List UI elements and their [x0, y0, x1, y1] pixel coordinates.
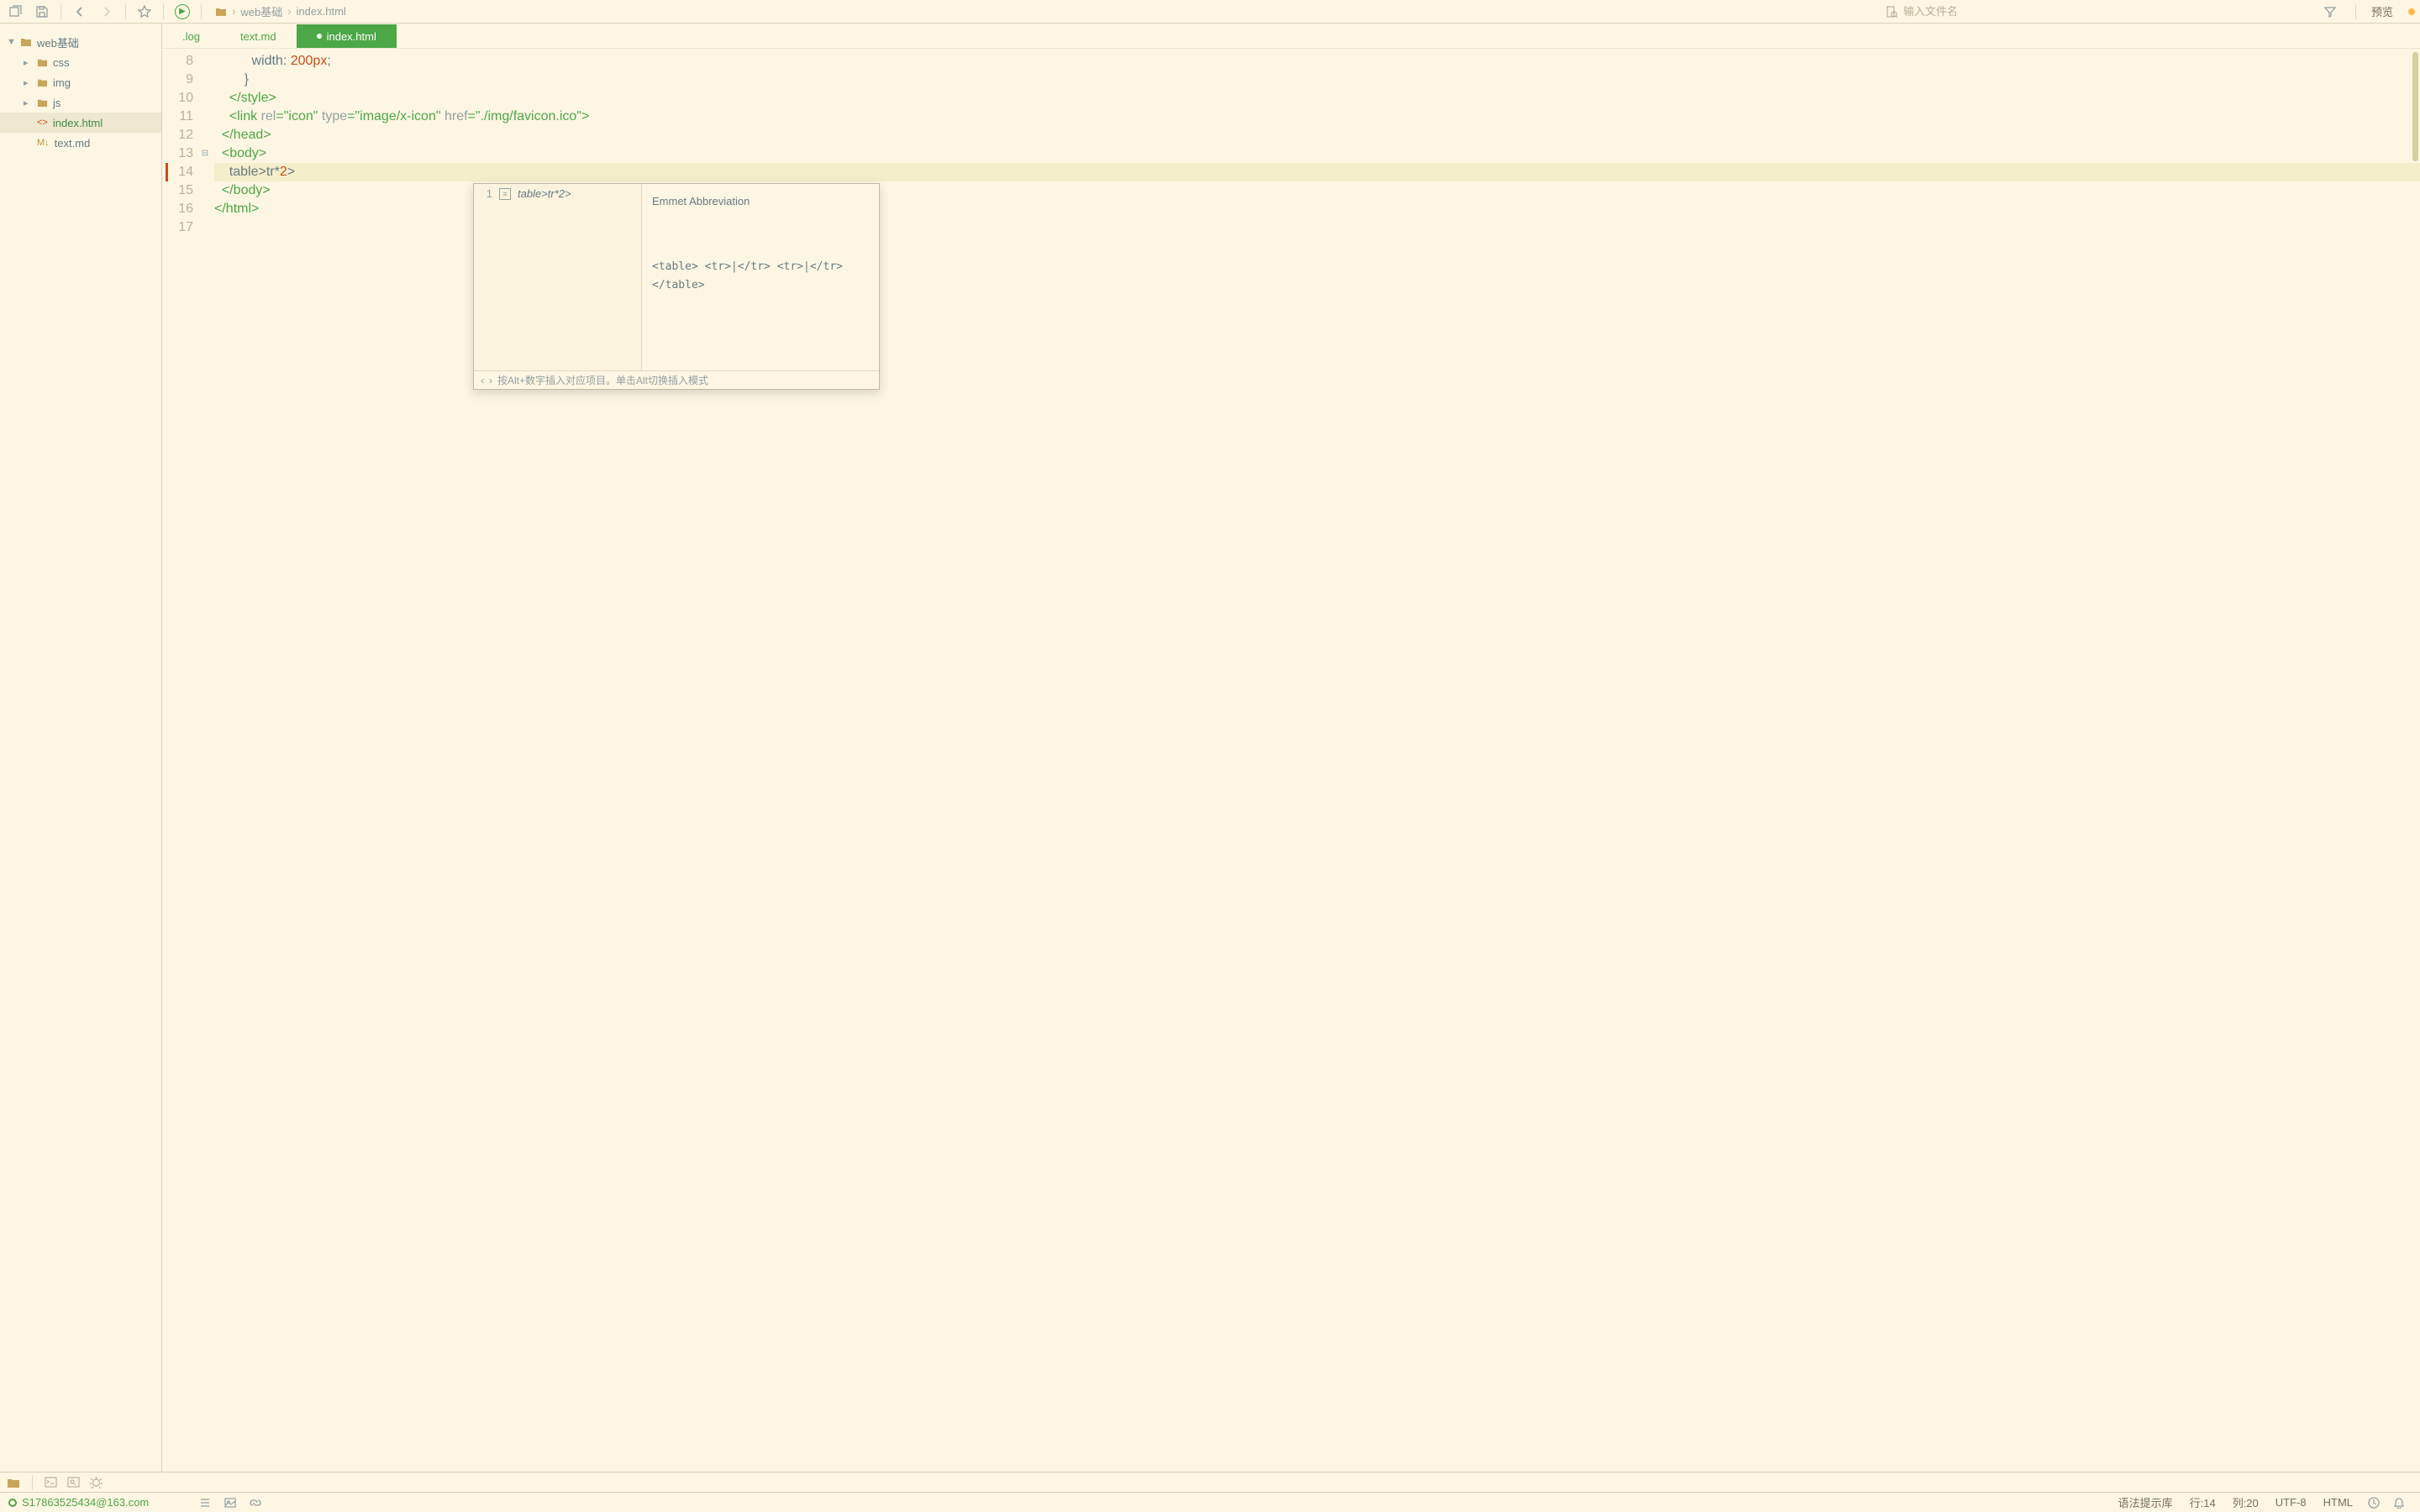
tab-log[interactable]: .log [162, 24, 220, 48]
suggestion-text: table>tr*2> [518, 185, 571, 203]
suggestion-list[interactable]: 1 ≡ table>tr*2> [474, 184, 642, 370]
link-icon[interactable] [250, 1497, 261, 1509]
status-encoding[interactable]: UTF-8 [2275, 1496, 2307, 1509]
tab-text-md[interactable]: text.md [220, 24, 297, 48]
bottom-toolbar [0, 1472, 2420, 1492]
suggestion-expansion: <table> <tr>|</tr> <tr>|</tr> </table> [652, 258, 867, 295]
status-bar: S17863525434@163.com 语法提示库 行:14 列:20 UTF… [0, 1492, 2420, 1512]
emmet-suggestion-popup: 1 ≡ table>tr*2> Emmet Abbreviation <tabl… [473, 183, 880, 390]
modified-indicator [317, 34, 322, 39]
indent-icon[interactable] [199, 1497, 211, 1509]
nav-forward-icon[interactable] [97, 2, 117, 22]
breadcrumb[interactable]: › web基础 › index.html [215, 3, 346, 19]
status-syntax[interactable]: 语法提示库 [2118, 1494, 2173, 1510]
chevron-left-icon[interactable]: ‹ [481, 371, 484, 390]
nav-back-icon[interactable] [70, 2, 90, 22]
vertical-scrollbar[interactable] [2412, 52, 2418, 161]
filter-icon[interactable] [2320, 2, 2340, 22]
suggestion-item[interactable]: 1 ≡ table>tr*2> [474, 184, 641, 204]
suggestion-detail: Emmet Abbreviation <table> <tr>|</tr> <t… [642, 184, 877, 370]
tab-label: index.html [327, 30, 376, 43]
tree-file-index-html[interactable]: <> index.html [0, 113, 161, 133]
status-user[interactable]: S17863525434@163.com [22, 1496, 149, 1509]
star-icon[interactable] [134, 2, 155, 22]
popup-hint: 按Alt+数字插入对应项目。单击Alt切换插入模式 [497, 371, 708, 390]
run-button[interactable]: ▶ [172, 2, 192, 22]
tree-folder-js[interactable]: ▸ js [0, 92, 161, 113]
debug-icon[interactable] [90, 1476, 103, 1488]
tree-label: web基础 [37, 34, 79, 50]
preview-button[interactable]: 预览 [2365, 2, 2400, 21]
folder-icon [215, 6, 227, 18]
tree-folder-img[interactable]: ▸ img [0, 72, 161, 92]
tree-label: css [53, 56, 70, 69]
snippet-icon: ≡ [499, 188, 511, 200]
breadcrumb-item[interactable]: index.html [297, 5, 346, 18]
connection-status-icon [8, 1499, 17, 1507]
terminal-icon[interactable] [45, 1476, 57, 1488]
file-search[interactable] [1885, 5, 2307, 18]
suggestion-index: 1 [481, 185, 492, 203]
status-line[interactable]: 行:14 [2190, 1494, 2216, 1510]
code-editor[interactable]: 891011121314151617 ⊟ width: 200px; } </s… [162, 49, 2420, 1472]
tab-label: text.md [240, 30, 276, 43]
search-file-icon [1885, 5, 1898, 18]
tree-label: js [53, 97, 60, 109]
tree-root-folder[interactable]: ▼ web基础 [0, 32, 161, 52]
editor-tabs: .log text.md index.html [162, 24, 2420, 49]
line-gutter: 891011121314151617 [162, 49, 199, 1472]
clock-icon[interactable] [2368, 1497, 2380, 1509]
search-input[interactable] [1903, 5, 2307, 18]
tree-label: img [53, 76, 71, 89]
bell-icon[interactable] [2393, 1497, 2405, 1509]
breadcrumb-item[interactable]: web基础 [240, 3, 282, 19]
tree-label: text.md [55, 137, 91, 150]
status-col[interactable]: 列:20 [2233, 1494, 2259, 1510]
popup-footer: ‹ › 按Alt+数字插入对应项目。单击Alt切换插入模式 [474, 370, 879, 389]
fold-gutter: ⊟ [199, 49, 211, 1472]
tab-index-html[interactable]: index.html [297, 24, 397, 48]
tree-file-text-md[interactable]: M↓ text.md [0, 133, 161, 153]
search-terminal-icon[interactable] [67, 1476, 80, 1488]
chevron-right-icon[interactable]: › [489, 371, 492, 390]
tab-label: .log [182, 30, 200, 43]
file-explorer: ▼ web基础 ▸ css ▸ img ▸ js [0, 24, 162, 1472]
suggestion-title: Emmet Abbreviation [652, 192, 867, 211]
status-lang[interactable]: HTML [2323, 1496, 2353, 1509]
image-icon[interactable] [224, 1497, 236, 1509]
tree-folder-css[interactable]: ▸ css [0, 52, 161, 72]
new-window-icon[interactable] [5, 2, 25, 22]
save-icon[interactable] [32, 2, 52, 22]
tree-label: index.html [53, 117, 103, 129]
notification-dot [2408, 8, 2415, 15]
folder-open-icon[interactable] [7, 1476, 20, 1489]
main-toolbar: ▶ › web基础 › index.html 预览 [0, 0, 2420, 24]
